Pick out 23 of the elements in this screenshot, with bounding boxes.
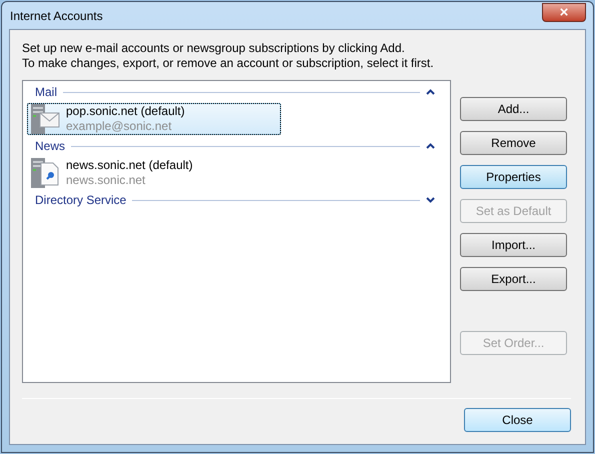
- window-title: Internet Accounts: [9, 8, 103, 24]
- account-name: news.sonic.net (default): [66, 158, 193, 173]
- instruction-text: To make changes, export, or remove an account or subscription, select it first.: [22, 56, 435, 71]
- expand-chevron-icon[interactable]: [426, 197, 435, 203]
- instruction-text: Set up new e-mail accounts or newsgroup subscriptions by clicking Add.: [22, 41, 406, 56]
- collapse-chevron-icon[interactable]: [426, 143, 435, 149]
- group-header[interactable]: News: [35, 137, 66, 155]
- dialog-button[interactable]: Export...: [460, 267, 567, 291]
- dialog-button[interactable]: Add...: [460, 97, 567, 121]
- group-header[interactable]: Directory Service: [35, 191, 126, 209]
- account-item[interactable]: news.sonic.net (default) news.sonic.net: [27, 157, 281, 189]
- account-detail: news.sonic.net: [66, 173, 146, 188]
- dialog-button[interactable]: Import...: [460, 233, 567, 257]
- account-item[interactable]: pop.sonic.net (default) example@sonic.net: [27, 103, 281, 135]
- dialog-button[interactable]: Remove: [460, 131, 567, 155]
- account-name: pop.sonic.net (default): [66, 104, 185, 119]
- account-detail: example@sonic.net: [66, 119, 173, 134]
- group-header[interactable]: Mail: [35, 83, 58, 101]
- dialog-button[interactable]: Properties: [460, 165, 567, 189]
- server-document-icon: [30, 157, 60, 189]
- collapse-chevron-icon[interactable]: [426, 89, 435, 95]
- server-envelope-icon: [30, 103, 60, 135]
- close-button[interactable]: Close: [464, 408, 571, 432]
